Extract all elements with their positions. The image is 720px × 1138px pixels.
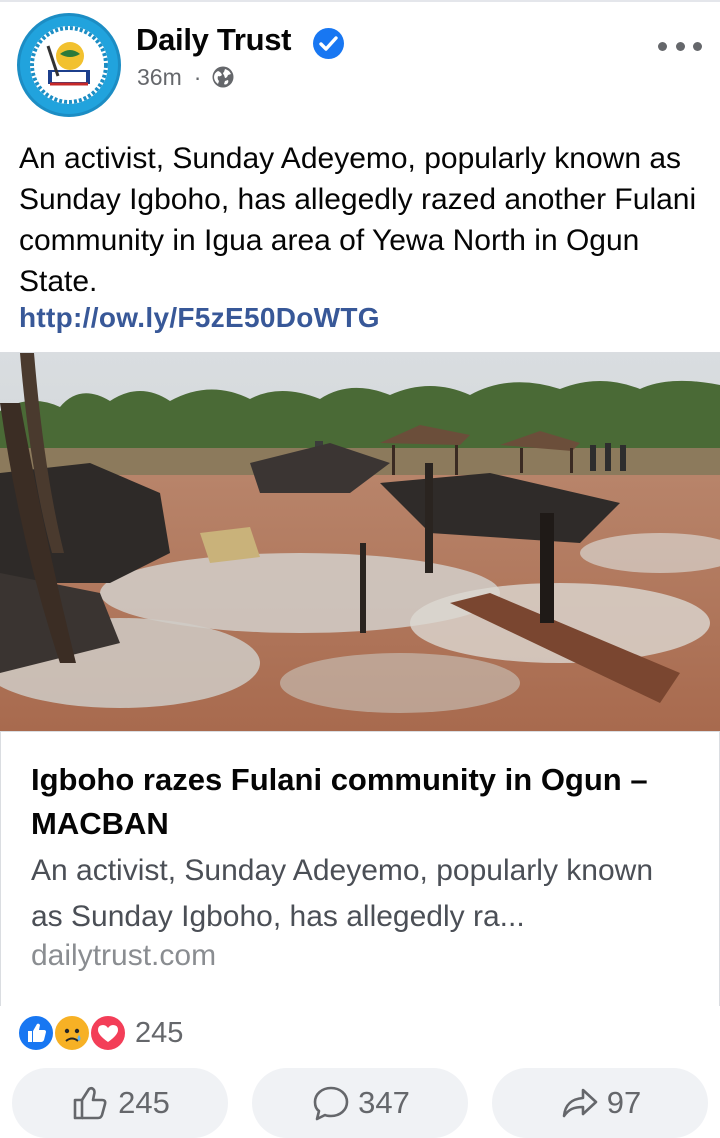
meta-separator: · [193, 63, 202, 90]
share-button[interactable]: 97 [492, 1068, 708, 1138]
post-header: Daily Trust 36m · [0, 0, 720, 130]
comment-button[interactable]: 347 [252, 1068, 468, 1138]
page-avatar[interactable] [17, 13, 121, 117]
sad-reaction-icon [53, 1014, 91, 1052]
facebook-post: Daily Trust 36m · An activist, Sunday Ad… [0, 0, 720, 1138]
post-meta: 36m · [137, 62, 235, 92]
post-actions: 245 347 97 [0, 1068, 720, 1138]
link-preview-image[interactable] [0, 353, 720, 731]
share-count: 97 [606, 1085, 642, 1120]
more-options-icon[interactable] [658, 34, 702, 58]
post-timestamp[interactable]: 36m [137, 64, 182, 91]
link-preview-info[interactable]: Igboho razes Fulani community in Ogun – … [0, 731, 720, 1006]
globe-icon [212, 66, 234, 88]
like-reaction-icon [17, 1014, 55, 1052]
post-body-text: An activist, Sunday Adeyemo, popularly k… [19, 142, 697, 298]
like-count: 245 [118, 1085, 170, 1120]
comment-count: 347 [358, 1085, 410, 1120]
love-reaction-icon [89, 1014, 127, 1052]
link-preview-card[interactable]: Igboho razes Fulani community in Ogun – … [0, 352, 720, 1006]
comment-icon [313, 1086, 349, 1121]
reaction-count[interactable]: 245 [135, 1017, 183, 1050]
page-name[interactable]: Daily Trust [136, 22, 292, 58]
post-link[interactable]: http://ow.ly/F5zE50DoWTG [19, 302, 380, 334]
link-preview-title[interactable]: Igboho razes Fulani community in Ogun – … [31, 758, 691, 846]
reaction-summary[interactable]: 245 [17, 1014, 183, 1052]
verified-badge-icon [313, 28, 344, 59]
link-preview-description: An activist, Sunday Adeyemo, popularly k… [31, 854, 654, 933]
thumbs-up-icon [73, 1086, 107, 1120]
daily-trust-logo [30, 26, 108, 104]
link-preview-domain: dailytrust.com [31, 939, 217, 972]
like-button[interactable]: 245 [12, 1068, 228, 1138]
reaction-icons [17, 1014, 129, 1052]
share-icon [562, 1088, 598, 1118]
